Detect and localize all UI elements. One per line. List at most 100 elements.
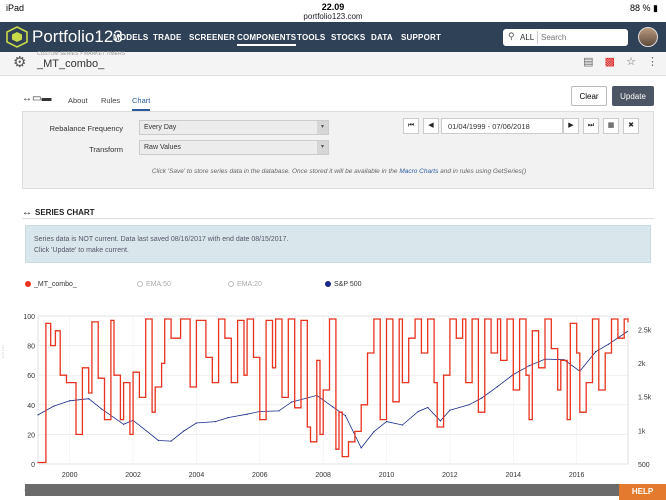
data-point: [179, 318, 182, 320]
data-point: [398, 318, 400, 320]
navigator-scrollbar[interactable]: [25, 484, 645, 496]
nav-support[interactable]: SUPPORT: [401, 33, 441, 42]
data-point: [544, 318, 546, 320]
data-point: [224, 337, 226, 339]
data-point: [591, 318, 594, 320]
data-point: [461, 318, 464, 320]
calendar-icon[interactable]: ▦: [603, 118, 619, 134]
data-point: [595, 351, 597, 353]
close-icon[interactable]: ✖: [623, 118, 639, 134]
data-point: [379, 419, 381, 421]
layout-toggle-icon[interactable]: ↔▭▬: [22, 93, 51, 104]
nav-tools[interactable]: TOOLS: [297, 33, 325, 42]
rebalance-label: Rebalance Frequency: [49, 124, 123, 133]
data-point: [275, 318, 277, 320]
data-point: [45, 322, 47, 324]
section-title-text: SERIES CHART: [35, 208, 95, 217]
next-period-button[interactable]: ▶: [563, 118, 579, 134]
help-button[interactable]: HELP: [619, 484, 666, 500]
nav-models[interactable]: MODELS: [113, 33, 148, 42]
legend-dot: [137, 281, 143, 287]
clear-button[interactable]: Clear: [571, 86, 607, 106]
nav-components[interactable]: COMPONENTS: [237, 33, 297, 46]
data-point: [627, 321, 629, 323]
x-axis-tick-label: 2012: [442, 472, 458, 479]
data-point: [528, 365, 530, 367]
legend-item-ema50[interactable]: EMA:50: [137, 281, 171, 288]
data-point: [157, 439, 160, 442]
data-point: [344, 414, 346, 417]
save-note: Click 'Save' to store series data in the…: [23, 168, 655, 175]
date-range-input[interactable]: 01/04/1999 - 07/06/2018: [441, 118, 563, 134]
rebalance-select[interactable]: Every Day ▾: [139, 120, 329, 135]
save-icon[interactable]: ▤: [583, 56, 593, 68]
data-point: [465, 382, 467, 384]
alert-line: Series data is NOT current. Data last sa…: [34, 236, 289, 243]
chevron-down-icon: ▾: [317, 141, 328, 154]
data-point: [538, 367, 540, 369]
url-bar[interactable]: portfolio123.com: [0, 12, 666, 21]
data-point: [69, 400, 71, 402]
data-point: [290, 401, 293, 403]
data-point: [338, 411, 340, 413]
lock-icon[interactable]: ▩: [605, 56, 615, 68]
legend-item-ema20[interactable]: EMA:20: [228, 281, 262, 288]
data-point: [433, 382, 435, 384]
expand-arrows-icon[interactable]: ↔: [22, 207, 32, 218]
gear-icon[interactable]: ⚙: [13, 53, 26, 71]
data-point: [385, 421, 388, 423]
data-point: [113, 374, 115, 376]
search-scope[interactable]: ALL: [520, 33, 534, 42]
nav-data[interactable]: DATA: [371, 33, 393, 42]
data-point: [211, 382, 213, 384]
breadcrumb[interactable]: CUSTOM SERIES > MARKET TIMERS: [37, 51, 125, 57]
data-point: [151, 411, 153, 413]
search-input[interactable]: [541, 31, 623, 44]
data-point: [569, 322, 571, 324]
data-point: [408, 337, 410, 339]
left-axis-tick-label: 80: [27, 344, 35, 351]
avatar[interactable]: [638, 27, 658, 47]
drag-handle-icon[interactable]: ⋮ ⋮: [0, 345, 6, 375]
data-point: [265, 319, 267, 322]
data-point: [512, 389, 514, 391]
data-point: [500, 359, 502, 361]
first-period-button[interactable]: ⏮: [403, 118, 419, 134]
data-point: [332, 406, 334, 408]
update-button[interactable]: Update: [612, 86, 654, 106]
tab-chart[interactable]: Chart: [132, 96, 151, 111]
last-period-button[interactable]: ⏭: [583, 118, 599, 134]
legend-item-mt-combo[interactable]: _MT_combo_: [25, 281, 77, 288]
data-point: [417, 410, 419, 413]
star-icon[interactable]: ☆: [626, 56, 636, 68]
tab-about[interactable]: About: [68, 96, 88, 105]
prev-period-button[interactable]: ◀: [423, 118, 439, 134]
legend-dot: [228, 281, 234, 287]
section-title: ↔ SERIES CHART: [22, 207, 95, 218]
nav-stocks[interactable]: STOCKS: [331, 33, 365, 42]
series-chart[interactable]: 0 20 40 60 80 100 2000 2002 2004 2006 2008 2010 2012…: [0, 290, 666, 500]
legend-item-sp500[interactable]: S&P 500: [325, 281, 362, 288]
data-point: [481, 397, 483, 399]
macro-charts-link[interactable]: Macro Charts: [399, 168, 438, 175]
more-icon[interactable]: ⋮: [647, 56, 658, 68]
tab-rules[interactable]: Rules: [101, 96, 120, 105]
transform-select[interactable]: Raw Values ▾: [139, 140, 329, 155]
data-point: [401, 382, 403, 384]
data-point: [129, 433, 131, 435]
data-stale-alert: Series data is NOT current. Data last sa…: [25, 225, 651, 263]
search-icon[interactable]: ⚲: [508, 31, 515, 42]
data-point: [119, 419, 121, 421]
data-point: [528, 419, 530, 421]
data-point: [132, 371, 134, 373]
brand-name[interactable]: Portfolio123: [32, 27, 123, 47]
nav-screener[interactable]: SCREENER: [189, 33, 235, 42]
portfolio123-logo-icon[interactable]: [6, 26, 28, 48]
legend-label: EMA:50: [146, 281, 171, 288]
data-point: [392, 401, 394, 403]
nav-trade[interactable]: TRADE: [153, 33, 182, 42]
data-point: [103, 419, 106, 421]
data-point: [401, 424, 403, 426]
right-axis-tick-label: 1k: [638, 428, 646, 435]
data-point: [335, 448, 337, 450]
